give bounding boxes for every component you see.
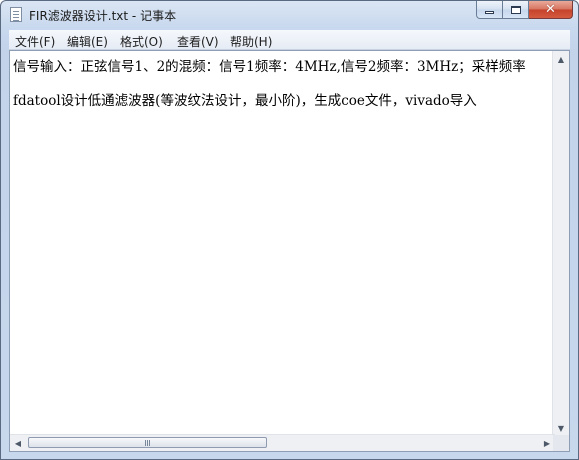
scrollbar-corner bbox=[553, 435, 569, 451]
maximize-button[interactable] bbox=[503, 1, 529, 19]
text-content[interactable]: 信号输入：正弦信号1、2的混频：信号1频率：4MHz,信号2频率：3MHz；采样… bbox=[10, 51, 555, 436]
menu-view[interactable]: 查看(V) bbox=[177, 33, 219, 50]
notepad-window: FIR滤波器设计.txt - 记事本 ✕ 文件(F) 编辑(E) 格式(O) 查… bbox=[0, 0, 579, 460]
scroll-left-button[interactable]: ◀ bbox=[10, 435, 26, 451]
notepad-app-icon[interactable] bbox=[10, 7, 22, 22]
scroll-down-button[interactable]: ▼ bbox=[553, 420, 569, 436]
menu-file[interactable]: 文件(F) bbox=[15, 33, 55, 50]
text-line: 信号输入：正弦信号1、2的混频：信号1频率：4MHz,信号2频率：3MHz；采样… bbox=[13, 59, 526, 75]
arrow-down-icon: ▼ bbox=[557, 423, 565, 433]
minimize-icon bbox=[485, 11, 494, 14]
menu-format[interactable]: 格式(O) bbox=[120, 33, 163, 50]
window-title: FIR滤波器设计.txt - 记事本 bbox=[29, 9, 177, 23]
minimize-button[interactable] bbox=[476, 1, 503, 19]
arrow-left-icon: ◀ bbox=[14, 438, 22, 448]
vertical-scrollbar[interactable]: ▲ ▼ bbox=[552, 51, 569, 436]
horizontal-scroll-thumb[interactable] bbox=[28, 437, 267, 448]
close-button[interactable]: ✕ bbox=[529, 1, 573, 19]
text-editor[interactable]: 信号输入：正弦信号1、2的混频：信号1频率：4MHz,信号2频率：3MHz；采样… bbox=[9, 50, 570, 452]
scroll-up-button[interactable]: ▲ bbox=[553, 51, 569, 67]
arrow-right-icon: ▶ bbox=[543, 438, 551, 448]
text-line: fdatool设计低通滤波器(等波纹法设计，最小阶)，生成coe文件，vivad… bbox=[13, 93, 477, 109]
maximize-icon bbox=[510, 5, 521, 14]
grip-icon bbox=[144, 439, 151, 446]
menu-bar: 文件(F) 编辑(E) 格式(O) 查看(V) 帮助(H) bbox=[9, 30, 570, 50]
close-icon: ✕ bbox=[545, 2, 556, 17]
caption-buttons: ✕ bbox=[476, 1, 573, 21]
menu-help[interactable]: 帮助(H) bbox=[230, 33, 272, 50]
arrow-up-icon: ▲ bbox=[557, 54, 565, 64]
title-bar[interactable]: FIR滤波器设计.txt - 记事本 ✕ bbox=[1, 1, 578, 29]
menu-edit[interactable]: 编辑(E) bbox=[67, 33, 108, 50]
horizontal-scrollbar[interactable]: ◀ ▶ bbox=[10, 434, 555, 451]
